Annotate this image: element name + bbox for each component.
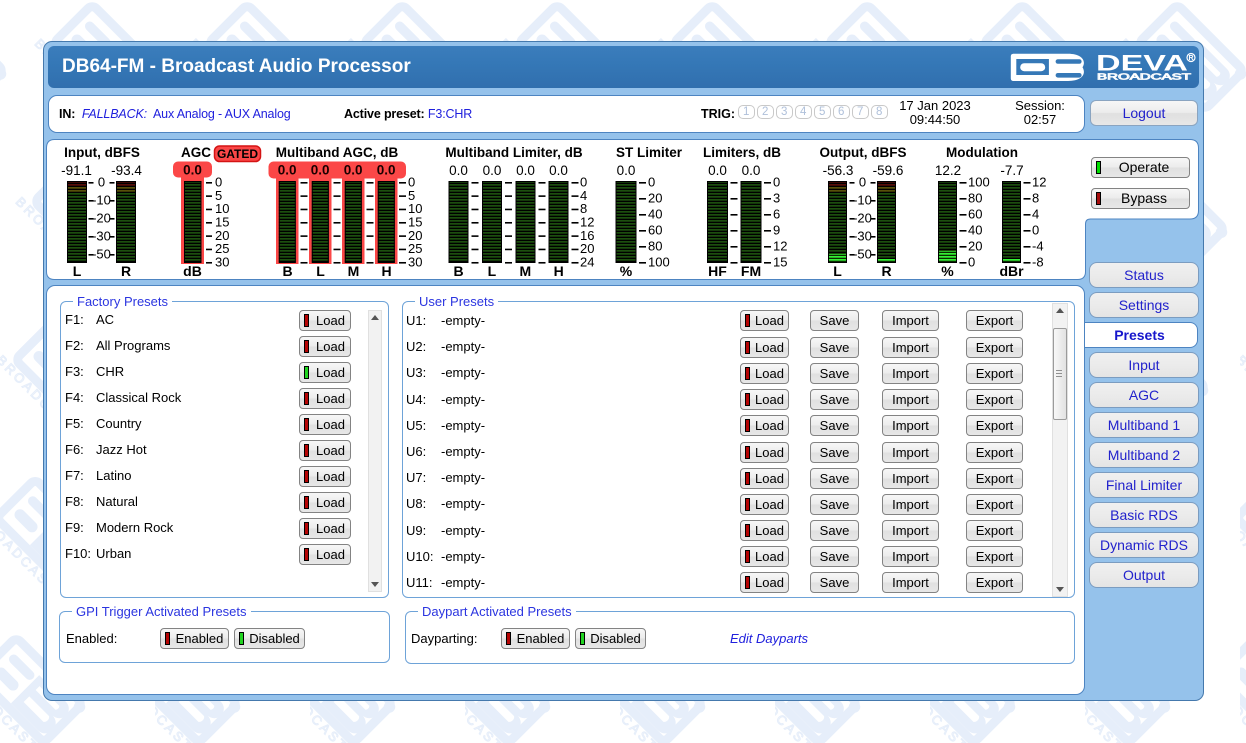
svg-text:-10: -10: [92, 193, 111, 208]
svg-text:H: H: [554, 263, 564, 279]
svg-text:FM: FM: [741, 263, 761, 279]
svg-text:0: 0: [859, 175, 866, 190]
svg-text:12: 12: [773, 239, 787, 254]
svg-text:6: 6: [773, 207, 780, 222]
svg-text:H: H: [381, 263, 391, 279]
svg-text:L: L: [833, 263, 842, 279]
svg-text:Output, dBFS: Output, dBFS: [820, 145, 907, 160]
svg-text:%: %: [620, 263, 633, 279]
svg-text:L: L: [488, 263, 497, 279]
svg-text:-30: -30: [853, 229, 872, 244]
svg-text:-20: -20: [92, 211, 111, 226]
svg-text:-30: -30: [92, 229, 111, 244]
svg-text:0: 0: [1032, 223, 1039, 238]
svg-text:L: L: [73, 263, 82, 279]
svg-text:12.2: 12.2: [935, 163, 961, 178]
svg-text:60: 60: [968, 207, 982, 222]
svg-text:0.0: 0.0: [449, 163, 468, 178]
svg-text:-20: -20: [853, 211, 872, 226]
svg-text:15: 15: [773, 255, 787, 270]
svg-text:-50: -50: [92, 247, 111, 262]
svg-text:3: 3: [773, 191, 780, 206]
svg-text:20: 20: [648, 191, 662, 206]
svg-text:0.0: 0.0: [516, 163, 535, 178]
svg-text:GATED: GATED: [217, 147, 258, 161]
svg-text:Modulation: Modulation: [946, 145, 1018, 160]
svg-text:8: 8: [1032, 191, 1039, 206]
svg-text:M: M: [519, 263, 531, 279]
svg-text:80: 80: [648, 239, 662, 254]
svg-text:R: R: [121, 263, 131, 279]
svg-text:40: 40: [968, 223, 982, 238]
svg-text:0.0: 0.0: [708, 163, 727, 178]
svg-text:0: 0: [648, 175, 655, 190]
svg-text:-10: -10: [853, 193, 872, 208]
svg-text:0: 0: [98, 175, 105, 190]
svg-text:Multiband Limiter, dB: Multiband Limiter, dB: [445, 145, 582, 160]
svg-text:AGC: AGC: [181, 145, 211, 160]
svg-text:100: 100: [648, 255, 670, 270]
svg-text:B: B: [453, 263, 463, 279]
svg-text:-91.1: -91.1: [61, 163, 92, 178]
svg-text:0: 0: [968, 255, 975, 270]
svg-text:0.0: 0.0: [617, 163, 636, 178]
svg-text:9: 9: [773, 223, 780, 238]
svg-text:B: B: [282, 263, 292, 279]
svg-text:0.0: 0.0: [183, 163, 202, 178]
svg-text:R: R: [881, 263, 891, 279]
svg-text:80: 80: [968, 191, 982, 206]
svg-text:0: 0: [773, 175, 780, 190]
svg-text:Limiters, dB: Limiters, dB: [703, 145, 781, 160]
svg-text:0.0: 0.0: [344, 163, 363, 178]
svg-text:4: 4: [1032, 207, 1039, 222]
svg-text:40: 40: [648, 207, 662, 222]
svg-text:BROADCAST: BROADCAST: [1097, 72, 1191, 82]
svg-text:R: R: [1188, 55, 1193, 62]
svg-text:100: 100: [968, 175, 990, 190]
svg-text:0.0: 0.0: [311, 163, 330, 178]
svg-text:0.0: 0.0: [742, 163, 761, 178]
svg-text:dB: dB: [183, 263, 202, 279]
svg-text:30: 30: [215, 254, 229, 269]
svg-text:-93.4: -93.4: [111, 163, 142, 178]
svg-text:%: %: [941, 263, 954, 279]
svg-text:0.0: 0.0: [483, 163, 502, 178]
svg-text:24: 24: [580, 254, 594, 269]
svg-text:Multiband AGC, dB: Multiband AGC, dB: [276, 145, 399, 160]
svg-text:-4: -4: [1032, 239, 1044, 254]
svg-text:0.0: 0.0: [278, 163, 297, 178]
svg-text:0.0: 0.0: [549, 163, 568, 178]
svg-text:-56.3: -56.3: [823, 163, 854, 178]
svg-text:-7.7: -7.7: [1000, 163, 1023, 178]
svg-text:60: 60: [648, 223, 662, 238]
svg-text:L: L: [316, 263, 325, 279]
svg-text:30: 30: [408, 254, 422, 269]
svg-text:20: 20: [968, 239, 982, 254]
svg-text:0.0: 0.0: [377, 163, 396, 178]
svg-text:-50: -50: [853, 247, 872, 262]
svg-text:ST Limiter: ST Limiter: [616, 145, 683, 160]
svg-text:-59.6: -59.6: [873, 163, 904, 178]
svg-text:12: 12: [1032, 175, 1046, 190]
svg-text:M: M: [348, 263, 360, 279]
svg-text:HF: HF: [708, 263, 727, 279]
svg-text:dBr: dBr: [999, 263, 1024, 279]
svg-text:Input, dBFS: Input, dBFS: [64, 145, 140, 160]
svg-text:-8: -8: [1032, 255, 1044, 270]
